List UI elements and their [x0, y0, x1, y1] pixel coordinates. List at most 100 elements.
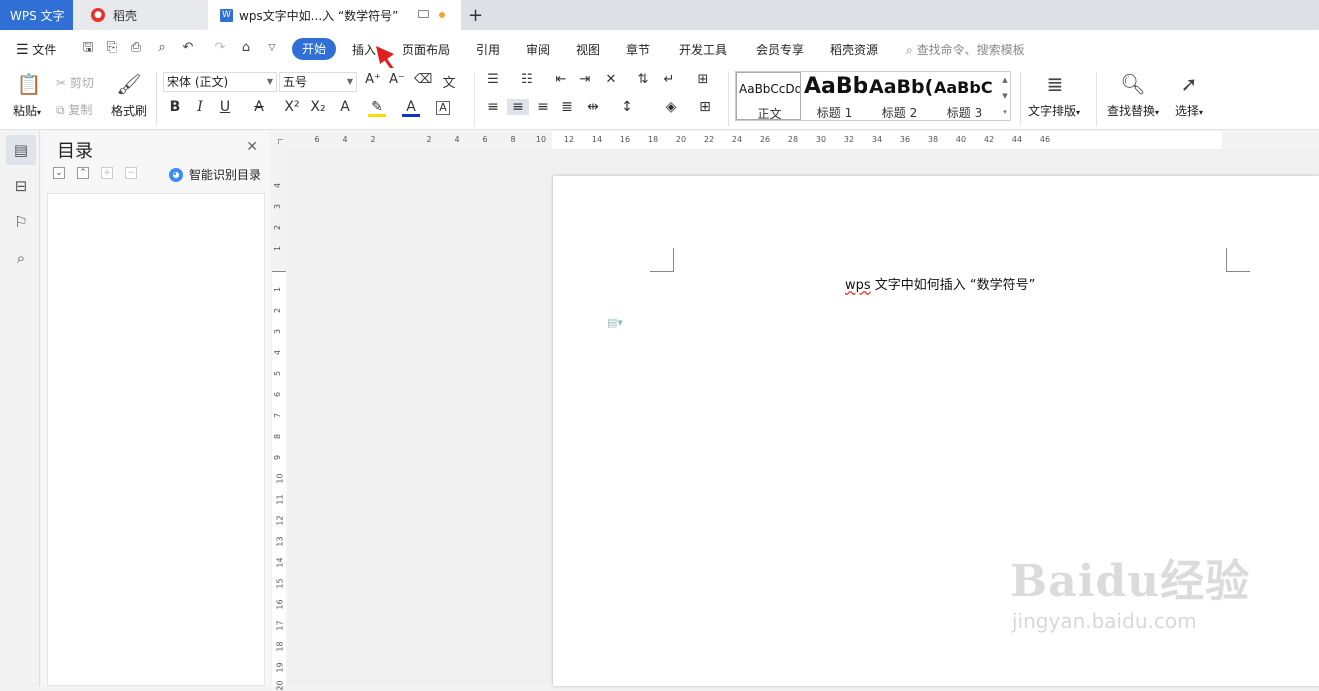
save-icon[interactable]: 🖫 — [80, 40, 96, 56]
horizontal-ruler[interactable]: 6 4 2 2 4 6 8 10 12 14 16 18 20 22 24 26 28 30 32 34 36 38 40 4… — [270, 131, 1319, 149]
copy-button[interactable]: ⧉ 复制 — [56, 101, 92, 118]
expand-icon[interactable]: ▾ — [1000, 104, 1010, 120]
tab-docer[interactable]: ● 稻壳 — [73, 0, 208, 30]
tab-stops-icon[interactable]: ⊞ — [694, 72, 712, 87]
subscript-icon[interactable]: X₂ — [309, 99, 327, 115]
strikethrough-icon[interactable]: A — [250, 99, 268, 115]
toc-list[interactable] — [47, 193, 265, 686]
print-preview-icon[interactable]: ⌕ — [154, 40, 170, 56]
document-heading-text[interactable]: wps 文字中如何插入 “数学符号” — [845, 274, 1035, 293]
decrease-indent-icon[interactable]: ⇤ — [552, 72, 570, 87]
new-tab-button[interactable]: + — [468, 5, 483, 26]
ruler-tick-label: 46 — [1039, 135, 1051, 144]
ribbon-tab-docer-resources[interactable]: 稻壳资源 — [830, 41, 878, 58]
justify-icon[interactable]: ≣ — [558, 99, 576, 115]
ruler-tick-label: 3 — [273, 203, 283, 210]
superscript-icon[interactable]: X² — [283, 99, 301, 115]
grow-font-icon[interactable]: A⁺ — [364, 72, 382, 87]
ribbon-tab-view[interactable]: 视图 — [576, 41, 600, 58]
tab-document[interactable]: W wps文字中如...入 “数学符号” — [208, 0, 461, 30]
ruler-tick-label: 22 — [703, 135, 715, 144]
command-search[interactable]: ⌕ 查找命令、搜索模板 — [906, 41, 1025, 58]
sort-icon[interactable]: ⇅ — [634, 72, 652, 87]
style-heading-2[interactable]: AaBb( 标题 2 — [867, 72, 932, 120]
format-painter-icon[interactable]: 🖌 — [116, 70, 142, 98]
line-spacing-icon[interactable]: ↕ — [618, 99, 636, 115]
redo-icon[interactable]: ↷ — [212, 40, 228, 56]
search-icon[interactable]: ⌕ — [6, 243, 36, 273]
cut-button[interactable]: ✂ 剪切 — [56, 74, 94, 91]
style-heading-1[interactable]: AaBb 标题 1 — [802, 72, 867, 120]
numbered-list-icon[interactable]: ☷ — [518, 72, 536, 87]
ruler-tick-label: 9 — [273, 454, 283, 461]
phonetic-guide-icon[interactable]: 文 — [440, 72, 458, 91]
align-left-icon[interactable]: ≡ — [484, 99, 502, 115]
monitor-icon[interactable] — [418, 10, 429, 18]
shrink-font-icon[interactable]: A⁻ — [388, 72, 406, 87]
paste-icon[interactable]: 📋 — [14, 70, 44, 98]
text-layout-button[interactable]: 文字排版▾ — [1028, 102, 1080, 119]
find-icon[interactable]: 🔍︎ — [1118, 70, 1148, 98]
quick-access-dropdown-icon[interactable]: ▽ — [264, 40, 280, 56]
chevron-up-icon[interactable]: ▲ — [1000, 72, 1010, 88]
remove-item-icon[interactable]: − — [125, 167, 137, 179]
text-effect-icon[interactable]: A — [336, 99, 354, 115]
ribbon-tab-references[interactable]: 引用 — [476, 41, 500, 58]
ruler-tick-label: 32 — [843, 135, 855, 144]
export-icon[interactable]: ⎘ — [104, 40, 120, 56]
print-icon[interactable]: ⎙ — [128, 40, 144, 56]
ribbon-tab-section[interactable]: 章节 — [626, 41, 650, 58]
style-normal[interactable]: AaBbCcDd 正文 — [736, 72, 801, 120]
select-button[interactable]: 选择▾ — [1175, 102, 1203, 119]
bookmark-icon[interactable]: ⚐ — [6, 207, 36, 237]
close-icon[interactable]: ✕ — [246, 139, 258, 155]
pointer-icon[interactable]: ➚ — [1176, 70, 1202, 98]
expand-all-icon[interactable]: ⌄ — [53, 167, 65, 179]
show-marks-icon[interactable]: ↵ — [660, 72, 678, 87]
chapter-nav-icon[interactable]: ⊟ — [6, 171, 36, 201]
find-replace-button[interactable]: 查找替换▾ — [1107, 102, 1159, 119]
font-size-select[interactable]: 五号 ▼ — [279, 72, 357, 92]
style-heading-3[interactable]: AaBbC 标题 3 — [932, 72, 1000, 120]
align-center-icon[interactable]: ≡ — [507, 99, 529, 115]
bold-icon[interactable]: B — [166, 99, 184, 115]
clear-format-icon[interactable]: ⌫ — [414, 72, 432, 87]
italic-icon[interactable]: I — [191, 99, 209, 115]
paragraph-options-icon[interactable]: ▤▾ — [607, 316, 623, 329]
style-gallery-scroll[interactable]: ▲ ▼ ▾ — [1000, 72, 1010, 120]
ribbon-tab-start[interactable]: 开始 — [292, 38, 336, 60]
file-menu[interactable]: ☰ 文件 — [16, 41, 56, 58]
chinese-layout-icon[interactable]: ✕ — [602, 72, 620, 87]
vertical-ruler[interactable]: 4 3 2 1 1 2 3 4 5 6 7 8 9 10 11 12 13 14 15 16 17 18 19 20 — [270, 149, 288, 691]
format-clear-icon[interactable]: ⌂ — [238, 40, 254, 56]
ribbon-tab-developer[interactable]: 开发工具 — [679, 41, 727, 58]
paste-button[interactable]: 粘贴▾ — [13, 102, 41, 119]
undo-icon[interactable]: ↶ — [180, 40, 196, 56]
highlight-color-icon[interactable]: ✎ — [368, 99, 386, 117]
style-name: 标题 3 — [946, 106, 983, 120]
underline-icon[interactable]: U — [216, 99, 234, 115]
ruler-tick-label: 38 — [927, 135, 939, 144]
increase-indent-icon[interactable]: ⇥ — [576, 72, 594, 87]
ribbon-tab-member[interactable]: 会员专享 — [756, 41, 804, 58]
bullet-list-icon[interactable]: ☰ — [484, 72, 502, 87]
character-border-icon[interactable]: A — [436, 101, 450, 115]
smart-toc-button[interactable]: ◕ 智能识别目录 — [169, 166, 261, 183]
font-name-select[interactable]: 宋体 (正文) ▼ — [163, 72, 277, 92]
tab-wps-writer[interactable]: WPS 文字 — [0, 0, 73, 30]
chevron-down-icon[interactable]: ▼ — [1000, 88, 1010, 104]
text-layout-icon[interactable]: ≣ — [1040, 70, 1070, 98]
toc-pane-icon[interactable]: ▤ — [6, 135, 36, 165]
format-painter-button[interactable]: 格式刷 — [111, 102, 147, 119]
collapse-all-icon[interactable]: ⌃ — [77, 167, 89, 179]
chevron-down-icon: ▼ — [346, 77, 353, 86]
borders-icon[interactable]: ⊞ — [696, 99, 714, 115]
font-color-icon[interactable]: A — [402, 99, 420, 117]
ribbon-separator — [1096, 72, 1097, 126]
shading-icon[interactable]: ◈ — [662, 99, 680, 115]
distributed-align-icon[interactable]: ⇹ — [584, 99, 602, 115]
ruler-tick-label: 36 — [899, 135, 911, 144]
add-item-icon[interactable]: + — [101, 167, 113, 179]
ribbon-tab-review[interactable]: 审阅 — [526, 41, 550, 58]
align-right-icon[interactable]: ≡ — [534, 99, 552, 115]
